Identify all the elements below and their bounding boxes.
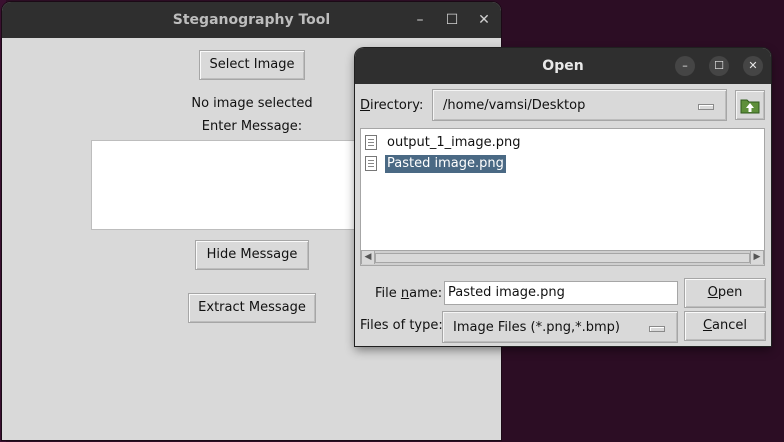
directory-combobox[interactable]: /home/vamsi/Desktop xyxy=(432,89,727,121)
image-status-label: No image selected xyxy=(191,96,313,111)
scroll-left-icon[interactable]: ◀ xyxy=(361,251,375,264)
file-list-item[interactable]: Pasted image.png xyxy=(365,155,506,173)
file-icon xyxy=(365,156,377,171)
scroll-right-icon[interactable]: ▶ xyxy=(750,251,764,264)
maximize-icon[interactable]: ☐ xyxy=(709,56,729,76)
dropdown-icon xyxy=(649,326,665,332)
message-textarea[interactable] xyxy=(91,140,363,230)
scroll-thumb[interactable] xyxy=(375,253,750,263)
window-title: Steganography Tool xyxy=(172,12,331,28)
hide-message-button[interactable]: Hide Message xyxy=(195,240,309,270)
file-name-input[interactable]: Pasted image.png xyxy=(444,281,678,305)
extract-message-button[interactable]: Extract Message xyxy=(188,293,316,323)
directory-label: Directory: xyxy=(360,98,424,113)
file-list-item[interactable]: output_1_image.png xyxy=(365,134,523,152)
dropdown-icon xyxy=(698,104,714,110)
file-list[interactable]: output_1_image.png Pasted image.png ◀ ▶ xyxy=(360,128,765,266)
maximize-icon[interactable]: ☐ xyxy=(438,2,466,38)
close-icon[interactable]: ✕ xyxy=(743,56,763,76)
close-icon[interactable]: ✕ xyxy=(470,2,498,38)
select-image-button[interactable]: Select Image xyxy=(199,50,305,80)
file-type-combobox[interactable]: Image Files (*.png,*.bmp) xyxy=(442,311,678,343)
minimize-icon[interactable]: – xyxy=(406,2,434,38)
file-name-label: File name: xyxy=(375,286,443,301)
file-name: output_1_image.png xyxy=(387,135,521,150)
folder-up-icon xyxy=(740,99,760,114)
cancel-button[interactable]: Cancel xyxy=(684,311,766,341)
dialog-title: Open xyxy=(542,58,584,74)
enter-message-label: Enter Message: xyxy=(201,119,303,134)
file-name: Pasted image.png xyxy=(385,155,506,173)
open-button[interactable]: Open xyxy=(684,278,766,308)
file-icon xyxy=(365,135,377,150)
minimize-icon[interactable]: – xyxy=(675,56,695,76)
horizontal-scrollbar[interactable]: ◀ ▶ xyxy=(361,250,764,265)
file-type-label: Files of type: xyxy=(360,318,443,333)
directory-value: /home/vamsi/Desktop xyxy=(443,98,586,113)
open-dialog: Open – ☐ ✕ Directory: /home/vamsi/Deskto… xyxy=(355,48,771,346)
folder-up-button[interactable] xyxy=(735,90,765,120)
file-type-value: Image Files (*.png,*.bmp) xyxy=(453,320,620,335)
